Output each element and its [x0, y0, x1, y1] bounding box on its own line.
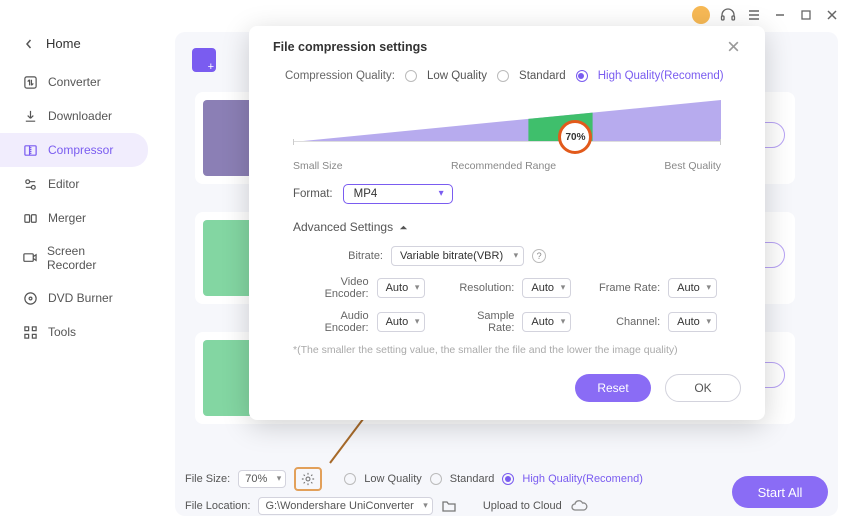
tools-icon: [22, 324, 38, 340]
sample-rate-select[interactable]: Auto: [522, 312, 571, 332]
radio-standard[interactable]: [430, 473, 442, 485]
merger-icon: [22, 210, 38, 226]
home-label: Home: [46, 36, 81, 51]
user-avatar[interactable]: [692, 6, 710, 24]
start-all-button[interactable]: Start All: [732, 476, 828, 508]
sidebar-item-dvd-burner[interactable]: DVD Burner: [0, 281, 148, 315]
video-encoder-select[interactable]: Auto: [377, 278, 426, 298]
filesize-select[interactable]: 70%: [238, 470, 286, 488]
thumbnail: [203, 220, 255, 296]
menu-icon[interactable]: [746, 7, 762, 23]
sidebar-item-compressor[interactable]: Compressor: [0, 133, 148, 167]
dialog-close-button[interactable]: [727, 40, 741, 54]
axis-mid-label: Recommended Range: [451, 160, 556, 172]
format-label: Format:: [293, 188, 333, 200]
add-file-button[interactable]: [192, 48, 216, 72]
chevron-left-icon: [24, 39, 34, 49]
bitrate-label: Bitrate:: [297, 250, 383, 262]
sidebar-item-editor[interactable]: Editor: [0, 167, 148, 201]
cloud-icon[interactable]: [570, 499, 588, 513]
reset-button[interactable]: Reset: [575, 374, 651, 402]
sidebar: Home Converter Downloader Compressor Edi…: [0, 0, 160, 528]
sidebar-item-merger[interactable]: Merger: [0, 201, 148, 235]
folder-icon[interactable]: [441, 499, 457, 513]
quality-slider-chart[interactable]: 70%: [293, 92, 721, 160]
dlg-radio-standard[interactable]: [497, 70, 509, 82]
high-quality-label: High Quality(Recomend): [522, 473, 642, 485]
axis-left-label: Small Size: [293, 160, 343, 172]
advanced-settings-toggle[interactable]: Advanced Settings: [293, 220, 721, 234]
dialog-title: File compression settings: [273, 40, 427, 54]
bitrate-select[interactable]: Variable bitrate(VBR): [391, 246, 524, 266]
frame-rate-label: Frame Rate:: [595, 282, 660, 294]
frame-rate-select[interactable]: Auto: [668, 278, 717, 298]
minimize-icon[interactable]: [772, 7, 788, 23]
sidebar-item-converter[interactable]: Converter: [0, 65, 148, 99]
gear-icon: [301, 472, 315, 486]
dvd-icon: [22, 290, 38, 306]
resolution-select[interactable]: Auto: [522, 278, 571, 298]
sidebar-item-tools[interactable]: Tools: [0, 315, 148, 349]
compressor-icon: [22, 142, 38, 158]
quality-marker[interactable]: 70%: [558, 120, 592, 154]
dlg-radio-high[interactable]: [576, 70, 588, 82]
upload-label: Upload to Cloud: [483, 500, 562, 512]
compression-quality-label: Compression Quality:: [285, 70, 395, 82]
channel-select[interactable]: Auto: [668, 312, 717, 332]
home-link[interactable]: Home: [0, 30, 160, 65]
standard-label: Standard: [450, 473, 495, 485]
resolution-label: Resolution:: [449, 282, 514, 294]
audio-encoder-select[interactable]: Auto: [377, 312, 426, 332]
filelocation-select[interactable]: G:\Wondershare UniConverter: [258, 497, 432, 515]
filesize-label: File Size:: [185, 473, 230, 485]
converter-icon: [22, 74, 38, 90]
radio-high-quality[interactable]: [502, 473, 514, 485]
sidebar-item-downloader[interactable]: Downloader: [0, 99, 148, 133]
radio-low-quality[interactable]: [344, 473, 356, 485]
axis-right-label: Best Quality: [664, 160, 721, 172]
editor-icon: [22, 176, 38, 192]
compression-settings-dialog: File compression settings Compression Qu…: [249, 26, 765, 420]
ok-button[interactable]: OK: [665, 374, 741, 402]
video-encoder-label: Video Encoder:: [297, 276, 369, 300]
low-quality-label: Low Quality: [364, 473, 421, 485]
format-select[interactable]: MP4: [343, 184, 453, 204]
filelocation-label: File Location:: [185, 500, 250, 512]
sample-rate-label: Sample Rate:: [449, 310, 514, 334]
hint-text: *(The smaller the setting value, the sma…: [293, 344, 721, 356]
thumbnail: [203, 100, 255, 176]
dlg-radio-low[interactable]: [405, 70, 417, 82]
headset-icon[interactable]: [720, 7, 736, 23]
help-icon[interactable]: ?: [532, 249, 546, 263]
sidebar-item-screen-recorder[interactable]: Screen Recorder: [0, 235, 148, 281]
recorder-icon: [22, 250, 37, 266]
chevron-up-icon: [399, 223, 408, 232]
downloader-icon: [22, 108, 38, 124]
close-icon[interactable]: [824, 7, 840, 23]
channel-label: Channel:: [595, 316, 660, 328]
audio-encoder-label: Audio Encoder:: [297, 310, 369, 334]
settings-gear-highlighted[interactable]: [294, 467, 322, 491]
maximize-icon[interactable]: [798, 7, 814, 23]
thumbnail: [203, 340, 255, 416]
